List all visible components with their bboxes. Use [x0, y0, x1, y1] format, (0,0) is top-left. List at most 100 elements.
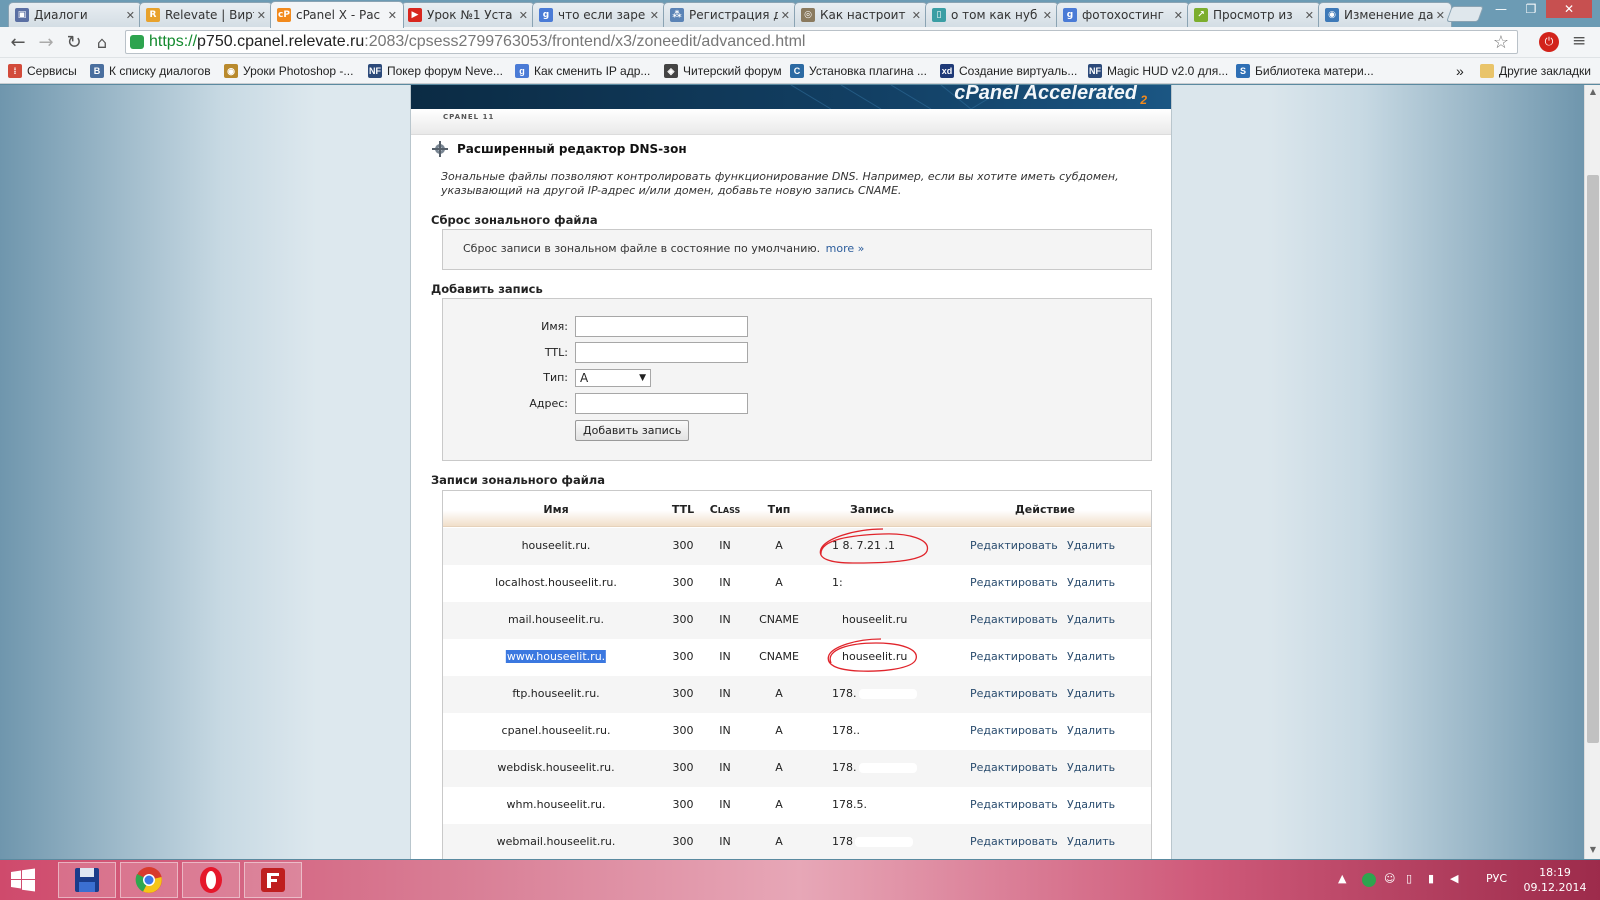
- delete-link[interactable]: Удалить: [1067, 761, 1115, 774]
- edit-link[interactable]: Редактировать: [970, 724, 1058, 737]
- scroll-down-icon[interactable]: ▼: [1588, 845, 1598, 857]
- reload-button[interactable]: ↻: [62, 31, 86, 53]
- bookmark-item[interactable]: NF Magic HUD v2.0 для...: [1088, 62, 1228, 80]
- tray-language[interactable]: РУС: [1486, 872, 1507, 885]
- bookmark-item[interactable]: ◉ Уроки Photoshop -...: [224, 62, 353, 80]
- menu-icon[interactable]: ≡: [1572, 31, 1586, 51]
- bookmark-item[interactable]: S Библиотека матери...: [1236, 62, 1374, 80]
- back-button[interactable]: ←: [6, 31, 30, 53]
- home-button[interactable]: ⌂: [90, 31, 114, 53]
- scroll-up-icon[interactable]: ▲: [1588, 87, 1598, 99]
- forward-button[interactable]: →: [34, 31, 58, 53]
- delete-link[interactable]: Удалить: [1067, 724, 1115, 737]
- edit-link[interactable]: Редактировать: [970, 687, 1058, 700]
- scroll-thumb[interactable]: [1587, 175, 1599, 743]
- address-bar[interactable]: https://p750.cpanel.relevate.ru:2083/cps…: [125, 30, 1518, 54]
- minimize-button[interactable]: —: [1486, 0, 1516, 18]
- delete-link[interactable]: Удалить: [1067, 798, 1115, 811]
- close-icon[interactable]: ✕: [1043, 9, 1052, 22]
- bookmark-item[interactable]: ⁞ Сервисы: [8, 62, 77, 80]
- bookmark-item[interactable]: B К списку диалогов: [90, 62, 211, 80]
- filezilla-icon: [261, 868, 285, 892]
- tab[interactable]: ▣ Диалоги ✕: [8, 2, 142, 27]
- page-scrollbar[interactable]: ▲ ▼: [1584, 85, 1600, 859]
- delete-link[interactable]: Удалить: [1067, 539, 1115, 552]
- bookmark-item[interactable]: NF Покер форум Neve...: [368, 62, 503, 80]
- tray-volume-icon[interactable]: ◀: [1450, 872, 1458, 885]
- edit-link[interactable]: Редактировать: [970, 539, 1058, 552]
- close-icon[interactable]: ✕: [1436, 9, 1445, 22]
- extension-icon[interactable]: ⏻: [1539, 32, 1559, 52]
- taskbar-clock[interactable]: 18:19 09.12.2014: [1522, 865, 1588, 895]
- tab[interactable]: ▶ Урок №1 Уста ✕: [401, 2, 535, 27]
- close-icon[interactable]: ✕: [126, 9, 135, 22]
- cpanel-brand: CPANEL 11: [443, 113, 495, 121]
- close-icon[interactable]: ✕: [1305, 9, 1314, 22]
- tab[interactable]: ↗ Просмотр из ✕: [1187, 2, 1321, 27]
- tab[interactable]: cP cPanel X - Рас ✕: [270, 1, 404, 28]
- edit-link[interactable]: Редактировать: [970, 798, 1058, 811]
- reset-heading: Сброс зонального файла: [431, 213, 598, 227]
- taskbar-filezilla[interactable]: [244, 862, 302, 898]
- record-value-text: houseelit.ru: [842, 650, 908, 663]
- close-icon[interactable]: ✕: [1174, 9, 1183, 22]
- delete-link[interactable]: Удалить: [1067, 835, 1115, 848]
- close-icon[interactable]: ✕: [257, 9, 266, 22]
- edit-link[interactable]: Редактировать: [970, 576, 1058, 589]
- type-select[interactable]: A ▼: [575, 369, 651, 387]
- delete-link[interactable]: Удалить: [1067, 650, 1115, 663]
- edit-link[interactable]: Редактировать: [970, 835, 1058, 848]
- close-window-button[interactable]: ✕: [1546, 0, 1592, 18]
- delete-link[interactable]: Удалить: [1067, 613, 1115, 626]
- tray-expand-icon[interactable]: ▲: [1338, 872, 1346, 885]
- edit-link[interactable]: Редактировать: [970, 613, 1058, 626]
- tab[interactable]: ◉ Изменение да ✕: [1318, 2, 1452, 27]
- record-value-text: 178.: [832, 687, 857, 700]
- tab[interactable]: ◎ Как настроит ✕: [794, 2, 928, 27]
- close-icon[interactable]: ✕: [781, 9, 790, 22]
- tab[interactable]: ⁂ Регистрация д ✕: [663, 2, 797, 27]
- opera-icon: [200, 867, 222, 893]
- add-button-row: Добавить запись: [443, 420, 743, 441]
- maximize-button[interactable]: ❐: [1516, 0, 1546, 18]
- close-icon[interactable]: ✕: [912, 9, 921, 22]
- tab[interactable]: R Relevate | Вирт ✕: [139, 2, 273, 27]
- reset-more-link[interactable]: more »: [826, 242, 865, 255]
- tab[interactable]: g фотохостинг ✕: [1056, 2, 1190, 27]
- bookmark-item[interactable]: xd Создание виртуаль...: [940, 62, 1077, 80]
- bookmark-item[interactable]: C Установка плагина ...: [790, 62, 927, 80]
- bookmarks-more-button[interactable]: »: [1456, 62, 1464, 80]
- star-icon[interactable]: ☆: [1493, 32, 1509, 53]
- column-name: Имя: [543, 503, 569, 516]
- delete-link[interactable]: Удалить: [1067, 576, 1115, 589]
- tray-network-icon[interactable]: ▮: [1428, 872, 1434, 885]
- tray-smile-icon[interactable]: ☺: [1384, 872, 1395, 885]
- close-icon[interactable]: ✕: [519, 9, 528, 22]
- new-tab-button[interactable]: [1446, 6, 1484, 22]
- add-record-button[interactable]: Добавить запись: [575, 420, 690, 441]
- nf-icon: NF: [1088, 64, 1102, 78]
- ttl-input[interactable]: [575, 342, 748, 363]
- record-ttl: 300: [672, 835, 694, 848]
- edit-link[interactable]: Редактировать: [970, 761, 1058, 774]
- tab[interactable]: ▯ о том как нуб ✕: [925, 2, 1059, 27]
- edit-link[interactable]: Редактировать: [970, 650, 1058, 663]
- tray-device-icon[interactable]: ▯: [1406, 872, 1412, 885]
- windows-start-icon[interactable]: [10, 868, 36, 892]
- name-input[interactable]: [575, 316, 748, 337]
- address-input[interactable]: [575, 393, 748, 414]
- vk-icon: B: [90, 64, 104, 78]
- taskbar-save-app[interactable]: [58, 862, 116, 898]
- bookmark-item[interactable]: ◈ Читерский форум: [664, 62, 782, 80]
- redaction-mark: [844, 578, 903, 588]
- delete-link[interactable]: Удалить: [1067, 687, 1115, 700]
- close-icon[interactable]: ✕: [650, 9, 659, 22]
- close-icon[interactable]: ✕: [388, 9, 397, 22]
- tray-check-icon[interactable]: [1362, 873, 1376, 887]
- taskbar-chrome[interactable]: [120, 862, 178, 898]
- other-bookmarks[interactable]: Другие закладки: [1480, 62, 1591, 80]
- taskbar-opera[interactable]: [182, 862, 240, 898]
- tab-label: Просмотр из: [1213, 8, 1293, 22]
- bookmark-item[interactable]: g Как сменить IP адр...: [515, 62, 650, 80]
- tab[interactable]: g что если заре ✕: [532, 2, 666, 27]
